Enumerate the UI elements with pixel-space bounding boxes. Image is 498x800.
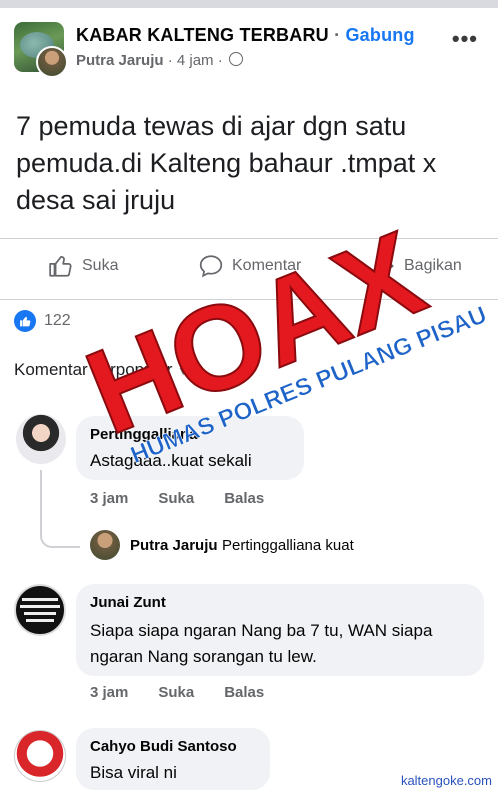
- avatar-text-graphic: [20, 598, 60, 622]
- author-name[interactable]: Putra Jaruju: [76, 52, 164, 69]
- comment-time[interactable]: 3 jam: [90, 490, 128, 507]
- post-time[interactable]: 4 jam: [177, 52, 214, 69]
- chevron-down-icon: ▼: [177, 364, 190, 378]
- like-reaction-icon: [14, 310, 36, 332]
- comment-label: Komentar: [232, 257, 302, 274]
- share-button[interactable]: Bagikan: [370, 253, 462, 279]
- comment-like-button[interactable]: Suka: [158, 490, 194, 507]
- post-header: KABAR KALTENG TERBARU · Gabung Putra Jar…: [14, 22, 484, 78]
- commenter-name-2[interactable]: Junai Zunt: [90, 594, 166, 611]
- like-button[interactable]: Suka: [48, 253, 118, 279]
- share-label: Bagikan: [404, 257, 462, 274]
- reaction-summary[interactable]: 122: [14, 310, 71, 332]
- commenter-name-3[interactable]: Cahyo Budi Santoso: [90, 738, 237, 755]
- comment-text: Astagaaa..kuat sekali: [90, 451, 252, 470]
- reply-avatar[interactable]: [90, 530, 120, 560]
- like-label: Suka: [82, 257, 119, 274]
- commenter-avatar-3[interactable]: [14, 730, 66, 782]
- comment-bubble: Pertinggalliana Astagaaa..kuat sekali: [76, 416, 304, 480]
- thread-connector: [40, 470, 80, 548]
- comment-icon: [199, 255, 223, 278]
- comment-text-3: Bisa viral ni: [90, 763, 177, 782]
- reply-text: Pertinggalliana kuat: [221, 537, 354, 554]
- globe-icon: [228, 52, 243, 66]
- join-button[interactable]: Gabung: [345, 25, 414, 45]
- reaction-count: 122: [44, 312, 71, 329]
- more-options-icon[interactable]: •••: [452, 26, 478, 52]
- group-title[interactable]: KABAR KALTENG TERBARU · Gabung: [76, 25, 415, 46]
- byline-dot: ·: [167, 52, 173, 69]
- post-byline: Putra Jaruju · 4 jam ·: [76, 52, 243, 69]
- comment-sort-dropdown[interactable]: Komentar Terpopuler ▼: [14, 360, 189, 380]
- commenter-avatar[interactable]: [16, 414, 66, 464]
- comment-bubble-2: Junai Zunt Siapa siapa ngaran Nang ba 7 …: [76, 584, 484, 676]
- commenter-avatar-2[interactable]: [14, 584, 66, 636]
- comment-reply-button-2[interactable]: Balas: [224, 684, 264, 701]
- top-bar: [0, 0, 498, 8]
- separator-dot: ·: [334, 25, 341, 45]
- share-icon: [372, 257, 394, 276]
- comment-button[interactable]: Komentar: [198, 253, 301, 279]
- comment-time-2[interactable]: 3 jam: [90, 684, 128, 701]
- thumbs-up-icon: [49, 256, 72, 277]
- comment-meta: 3 jam Suka Balas: [90, 490, 264, 507]
- comment-bubble-3: Cahyo Budi Santoso Bisa viral ni: [76, 728, 270, 790]
- comment-like-button-2[interactable]: Suka: [158, 684, 194, 701]
- post-actions: Suka Komentar Bagikan: [0, 238, 498, 300]
- commenter-name[interactable]: Pertinggalliana: [90, 426, 198, 443]
- comment-text-2: Siapa siapa ngaran Nang ba 7 tu, WAN sia…: [90, 621, 433, 666]
- group-name[interactable]: KABAR KALTENG TERBARU: [76, 25, 329, 45]
- reply-author[interactable]: Putra Jaruju: [130, 537, 218, 554]
- author-avatar[interactable]: [36, 46, 68, 78]
- reply-row: Putra Jaruju Pertinggalliana kuat: [130, 537, 354, 555]
- byline-dot-2: ·: [217, 52, 223, 69]
- watermark: kaltengoke.com: [400, 773, 492, 788]
- comment-reply-button[interactable]: Balas: [224, 490, 264, 507]
- post-text: 7 pemuda tewas di ajar dgn satu pemuda.d…: [16, 111, 437, 215]
- comment-sort-value: Terpopuler: [92, 360, 173, 379]
- comment-sort-label: Komentar: [14, 360, 88, 379]
- comment-meta-2: 3 jam Suka Balas: [90, 684, 264, 701]
